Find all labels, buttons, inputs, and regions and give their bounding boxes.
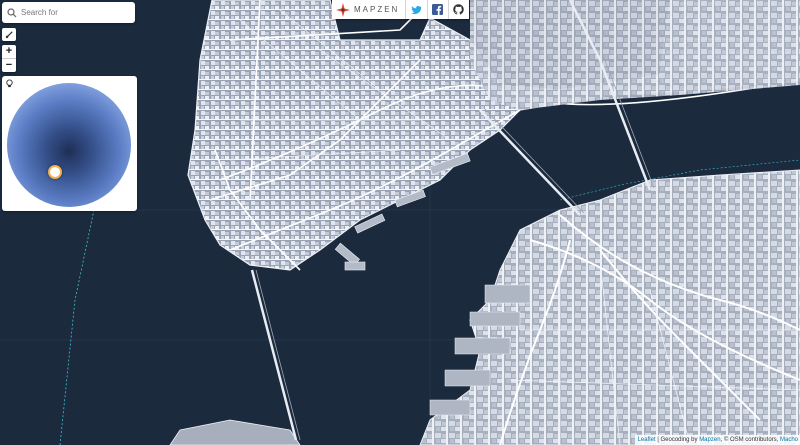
leaflet-link[interactable]: Leaflet (638, 437, 656, 443)
osm-credit: , © OSM contributors, (720, 437, 780, 443)
twitter-link[interactable] (406, 0, 428, 19)
macho-link[interactable]: Macho (780, 437, 798, 443)
search-input[interactable] (21, 8, 126, 17)
brush-icon (5, 31, 13, 39)
github-icon (453, 4, 465, 15)
brand-name: MAPZEN (354, 5, 400, 14)
twitter-icon (411, 5, 422, 15)
search-icon (7, 7, 17, 17)
map-3d-view[interactable] (0, 0, 800, 445)
facebook-icon (432, 4, 444, 15)
zoom-out-button[interactable]: − (2, 59, 16, 72)
github-link[interactable] (449, 0, 469, 19)
map-canvas[interactable]: + − MAPZEN (0, 0, 800, 445)
mapzen-link[interactable]: Mapzen (699, 437, 720, 443)
zoom-control: + − (2, 45, 16, 72)
brand-link[interactable]: MAPZEN (332, 0, 407, 19)
light-direction-globe[interactable] (7, 83, 131, 207)
light-direction-panel (2, 76, 137, 211)
zoom-in-button[interactable]: + (2, 45, 16, 58)
top-navigation-bar: MAPZEN (332, 0, 469, 19)
light-position-handle[interactable] (48, 165, 62, 179)
search-box[interactable] (2, 2, 135, 23)
mapzen-logo-icon (336, 2, 350, 17)
edit-tool-button[interactable] (2, 28, 16, 41)
facebook-link[interactable] (428, 0, 449, 19)
light-bulb-icon[interactable] (5, 79, 14, 88)
map-attribution: Leaflet | Geocoding by Mapzen, © OSM con… (634, 435, 800, 445)
geocoding-prefix: | Geocoding by (655, 437, 700, 443)
